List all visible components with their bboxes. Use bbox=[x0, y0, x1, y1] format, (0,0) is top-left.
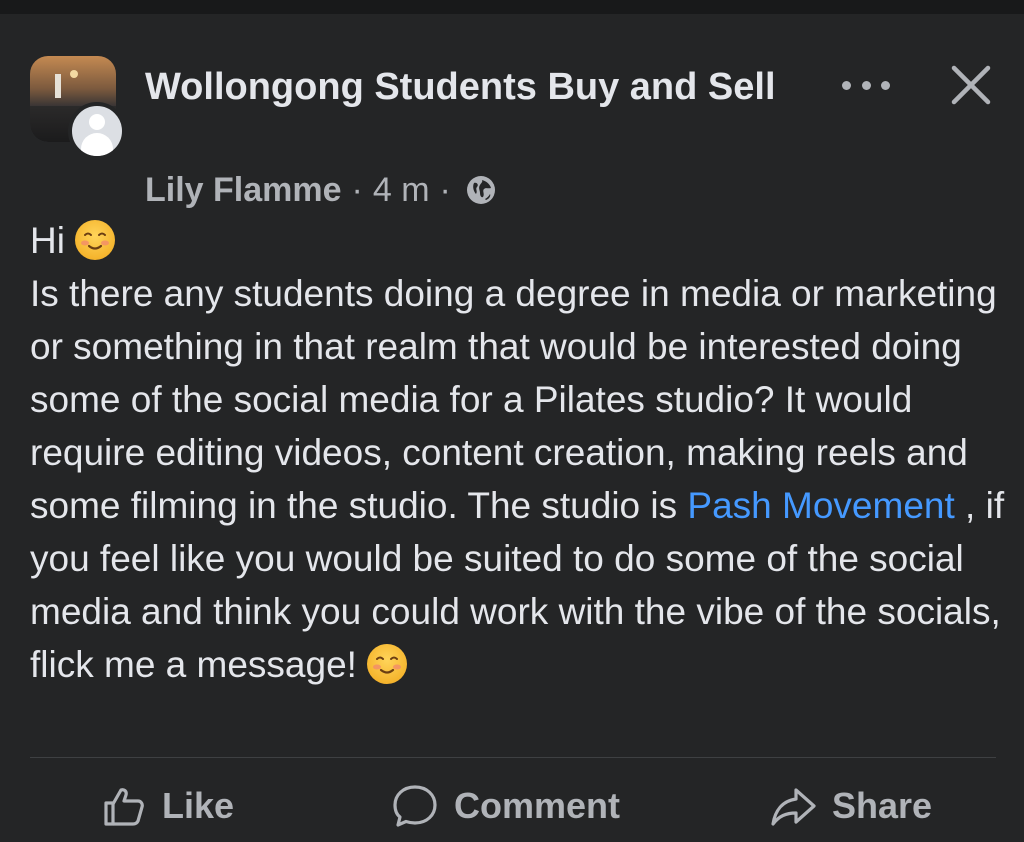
greeting-text: Hi bbox=[30, 220, 65, 261]
meta-separator: · bbox=[351, 170, 363, 209]
post-card: Wollongong Students Buy and Sell Lily Fl… bbox=[0, 14, 1024, 842]
top-status-strip bbox=[0, 0, 1024, 14]
like-button[interactable]: Like bbox=[100, 774, 234, 838]
more-dot bbox=[842, 80, 851, 90]
group-name-link[interactable]: Wollongong Students Buy and Sell bbox=[145, 62, 785, 113]
page-link[interactable]: Pash Movement bbox=[687, 485, 954, 526]
more-options-icon[interactable] bbox=[842, 74, 890, 96]
comment-label: Comment bbox=[454, 785, 621, 826]
smiling-face-icon bbox=[367, 644, 408, 684]
avatar-head bbox=[89, 114, 105, 130]
lighthouse-shape bbox=[55, 74, 61, 98]
thumbs-up-icon bbox=[104, 788, 144, 826]
sun-shape bbox=[70, 70, 78, 78]
meta-separator: · bbox=[439, 170, 451, 209]
greeting-line: Hi bbox=[30, 214, 1005, 267]
share-arrow-icon bbox=[771, 788, 816, 826]
post-time[interactable]: 4 m bbox=[373, 171, 430, 210]
comment-bubble-icon bbox=[393, 785, 437, 827]
actions-divider bbox=[30, 757, 996, 758]
post-actions-bar: Like Comment Share bbox=[0, 774, 1024, 838]
close-icon[interactable] bbox=[950, 64, 992, 106]
comment-button[interactable]: Comment bbox=[390, 774, 620, 838]
post-meta: Lily Flamme · 4 m · bbox=[145, 166, 497, 214]
smiling-face-icon bbox=[75, 220, 116, 260]
more-dot bbox=[861, 80, 871, 90]
user-avatar[interactable] bbox=[68, 102, 126, 160]
post-body: Hi Is there any students doing a degree … bbox=[30, 214, 1005, 691]
share-label: Share bbox=[832, 785, 933, 826]
share-button[interactable]: Share bbox=[768, 774, 932, 838]
like-label: Like bbox=[162, 785, 235, 826]
author-name-link[interactable]: Lily Flamme bbox=[145, 171, 342, 210]
more-dot bbox=[881, 80, 890, 90]
message-paragraph: Is there any students doing a degree in … bbox=[30, 267, 1005, 691]
globe-icon[interactable] bbox=[465, 174, 497, 206]
avatar-body bbox=[81, 133, 113, 156]
